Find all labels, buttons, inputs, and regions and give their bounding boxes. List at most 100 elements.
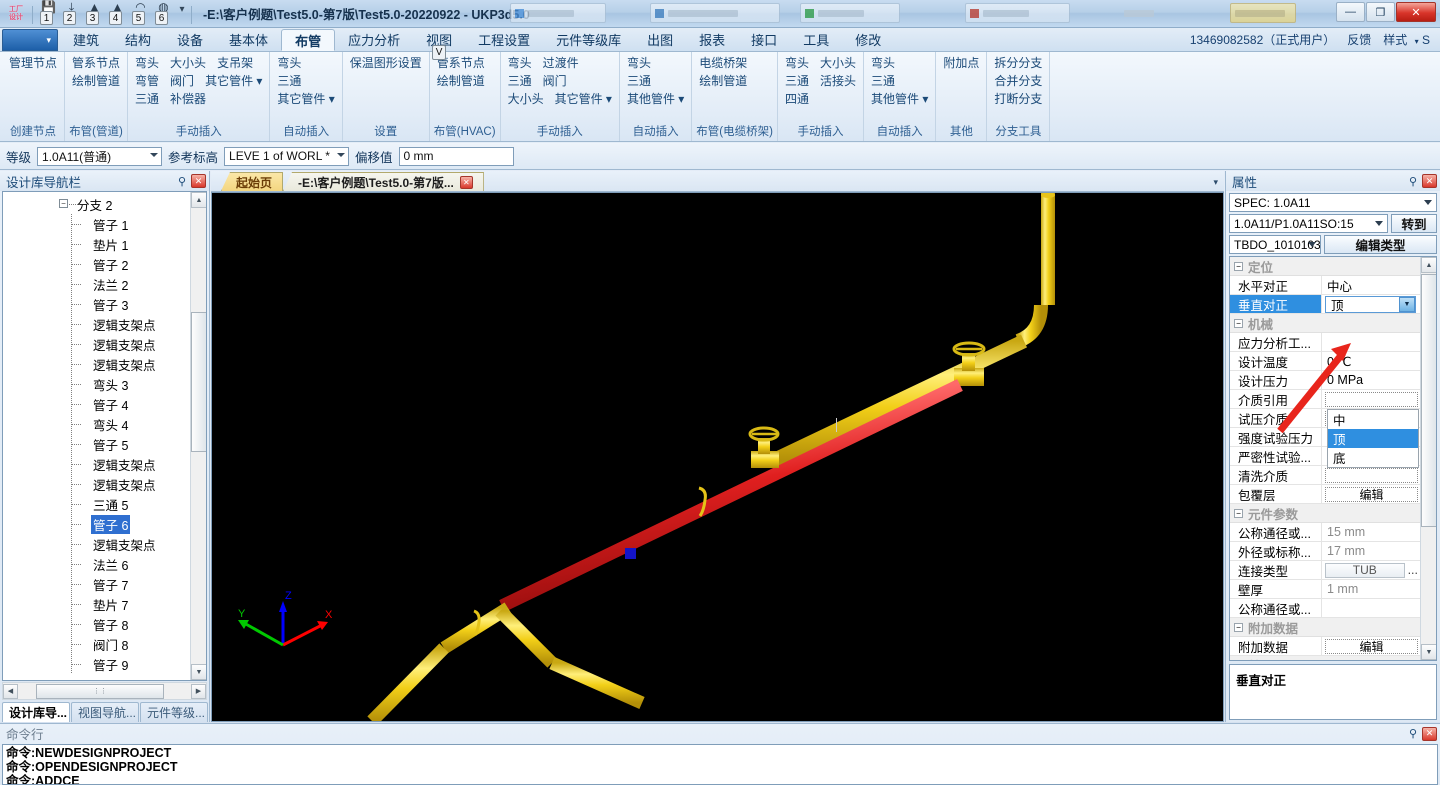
tree-item[interactable]: 管子 5: [3, 434, 190, 454]
close-icon[interactable]: ✕: [459, 175, 473, 189]
property-value[interactable]: [1322, 390, 1421, 408]
tree-item[interactable]: 逻辑支架点: [3, 354, 190, 374]
property-value[interactable]: 17 mm: [1322, 542, 1421, 560]
doc-tab-start-page[interactable]: 起始页: [221, 172, 284, 191]
chevron-down-icon[interactable]: ▼: [1399, 297, 1415, 312]
ribbon-command[interactable]: 弯头: [868, 55, 898, 72]
tab-gongchengshezhi[interactable]: 工程设置: [465, 28, 543, 51]
property-category[interactable]: − 机械: [1230, 314, 1421, 333]
ribbon-command[interactable]: 其他管件 ▾: [624, 91, 687, 108]
offset-input[interactable]: 0 mm: [398, 146, 514, 166]
property-row[interactable]: 介质引用: [1230, 390, 1421, 409]
close-icon[interactable]: ✕: [191, 174, 206, 188]
tree-item[interactable]: 弯头 3: [3, 374, 190, 394]
scroll-down-icon[interactable]: ▼: [1421, 644, 1436, 660]
ellipsis-button[interactable]: ...: [1408, 563, 1418, 577]
ribbon-command[interactable]: 其他管件 ▾: [868, 91, 931, 108]
hscroll-track[interactable]: ⋮⋮: [18, 683, 191, 699]
ribbon-command[interactable]: 三通: [274, 73, 304, 90]
tree-item[interactable]: 逻辑支架点: [3, 334, 190, 354]
tab-baobiao[interactable]: 报表: [686, 28, 738, 51]
tab-jiegou[interactable]: 结构: [112, 28, 164, 51]
ribbon-command[interactable]: 四通: [782, 91, 812, 108]
3d-viewport[interactable]: Z X Y: [211, 192, 1224, 722]
instance-combo[interactable]: 1.0A11/P1.0A11SO:15: [1229, 214, 1388, 233]
tree-item[interactable]: 垫片 7: [3, 594, 190, 614]
command-line-output[interactable]: 命令:NEWDESIGNPROJECT 命令:OPENDESIGNPROJECT 命…: [2, 744, 1438, 785]
goto-button[interactable]: 转到: [1391, 214, 1437, 233]
ribbon-command[interactable]: 管系节点: [69, 55, 123, 72]
property-category[interactable]: −其他: [1230, 656, 1421, 660]
minimize-button[interactable]: —: [1336, 2, 1365, 22]
panel-tab-component-spec[interactable]: 元件等级...: [140, 702, 208, 722]
ribbon-command[interactable]: 其它管件 ▾: [202, 73, 265, 90]
property-value[interactable]: 编辑: [1322, 637, 1421, 655]
tree-item[interactable]: 逻辑支架点: [3, 534, 190, 554]
ribbon-command[interactable]: 大小头: [817, 55, 859, 72]
tree-item[interactable]: 管子 8: [3, 614, 190, 634]
ribbon-command[interactable]: 合并分支: [991, 73, 1045, 90]
close-button[interactable]: ✕: [1396, 2, 1436, 22]
chevron-down-icon[interactable]: ▾: [1213, 177, 1218, 188]
ribbon-command[interactable]: 弯头: [624, 55, 654, 72]
ribbon-command[interactable]: 三通: [624, 73, 654, 90]
doc-tab-project-file[interactable]: -E:\客户例题\Test5.0-第7版... ✕: [283, 172, 484, 191]
property-row[interactable]: 壁厚 1 mm: [1230, 580, 1421, 599]
scroll-thumb[interactable]: [1421, 274, 1436, 527]
ribbon-command[interactable]: 三通: [505, 73, 535, 90]
vertical-alignment-dropdown[interactable]: 中顶底: [1327, 409, 1419, 468]
qat-import-button[interactable]: ⤓ 2: [61, 0, 82, 25]
tab-jiekou[interactable]: 接口: [738, 28, 790, 51]
ribbon-command[interactable]: 支吊架: [214, 55, 256, 72]
connection-type-button[interactable]: TUB: [1325, 562, 1405, 578]
property-row[interactable]: 公称通径或...: [1230, 599, 1421, 618]
tree-item[interactable]: 三通 5: [3, 494, 190, 514]
property-value-combo[interactable]: 顶 ▼: [1325, 296, 1416, 313]
qat-redo-button[interactable]: ▲ 4: [107, 0, 128, 25]
tab-yinglifenxi[interactable]: 应力分析: [335, 28, 413, 51]
tree-item[interactable]: 逻辑支架点: [3, 454, 190, 474]
property-value[interactable]: 编辑: [1322, 485, 1421, 503]
ribbon-command[interactable]: 打断分支: [991, 91, 1045, 108]
tab-jianzhu[interactable]: 建筑: [60, 28, 112, 51]
tree-item[interactable]: 管子 4: [3, 394, 190, 414]
ribbon-command[interactable]: 补偿器: [167, 91, 209, 108]
tree-item[interactable]: 弯头 4: [3, 414, 190, 434]
property-value[interactable]: 0 ℃: [1322, 352, 1421, 370]
tree-item[interactable]: 垫片 1: [3, 234, 190, 254]
property-row[interactable]: 设计温度 0 ℃: [1230, 352, 1421, 371]
tab-chutu[interactable]: 出图: [634, 28, 686, 51]
hscroll-thumb[interactable]: ⋮⋮: [36, 683, 164, 699]
ribbon-command[interactable]: 绘制管道: [434, 73, 488, 90]
property-value[interactable]: 1 mm: [1322, 580, 1421, 598]
scroll-right-icon[interactable]: ▶: [191, 683, 206, 699]
tab-xiugai[interactable]: 修改: [842, 28, 894, 51]
ribbon-command[interactable]: 大小头: [167, 55, 209, 72]
property-row[interactable]: 公称通径或... 15 mm: [1230, 523, 1421, 542]
ribbon-command[interactable]: 附加点: [940, 55, 982, 72]
scroll-up-icon[interactable]: ▲: [191, 192, 206, 208]
tree-root-node[interactable]: − 分支 2: [3, 194, 190, 214]
feedback-link[interactable]: 反馈: [1347, 31, 1371, 48]
property-row[interactable]: 设计压力 0 MPa: [1230, 371, 1421, 390]
scroll-up-icon[interactable]: ▲: [1421, 257, 1436, 273]
tree-item[interactable]: 法兰 6: [3, 554, 190, 574]
ribbon-command[interactable]: 管理节点: [6, 55, 60, 72]
dropdown-option[interactable]: 底: [1328, 448, 1418, 467]
qat-overflow-icon[interactable]: ▾: [176, 0, 188, 15]
property-category[interactable]: − 元件参数: [1230, 504, 1421, 523]
pin-icon[interactable]: ⚲: [178, 175, 186, 188]
pin-icon[interactable]: ⚲: [1409, 175, 1417, 188]
ribbon-command[interactable]: 其它管件 ▾: [552, 91, 615, 108]
spec-combo[interactable]: SPEC: 1.0A11: [1229, 193, 1437, 212]
ribbon-command[interactable]: 三通: [868, 73, 898, 90]
property-value[interactable]: 中心: [1322, 276, 1421, 294]
dropdown-option[interactable]: 顶: [1328, 429, 1418, 448]
ribbon-command[interactable]: 阀门: [167, 73, 197, 90]
scroll-thumb[interactable]: [191, 312, 206, 452]
ribbon-command[interactable]: 弯头: [132, 55, 162, 72]
tree-item[interactable]: 管子 6: [3, 514, 190, 534]
ribbon-command[interactable]: 绘制管道: [69, 73, 123, 90]
ribbon-command[interactable]: 过渡件: [540, 55, 582, 72]
tree-item[interactable]: 逻辑支架点: [3, 474, 190, 494]
